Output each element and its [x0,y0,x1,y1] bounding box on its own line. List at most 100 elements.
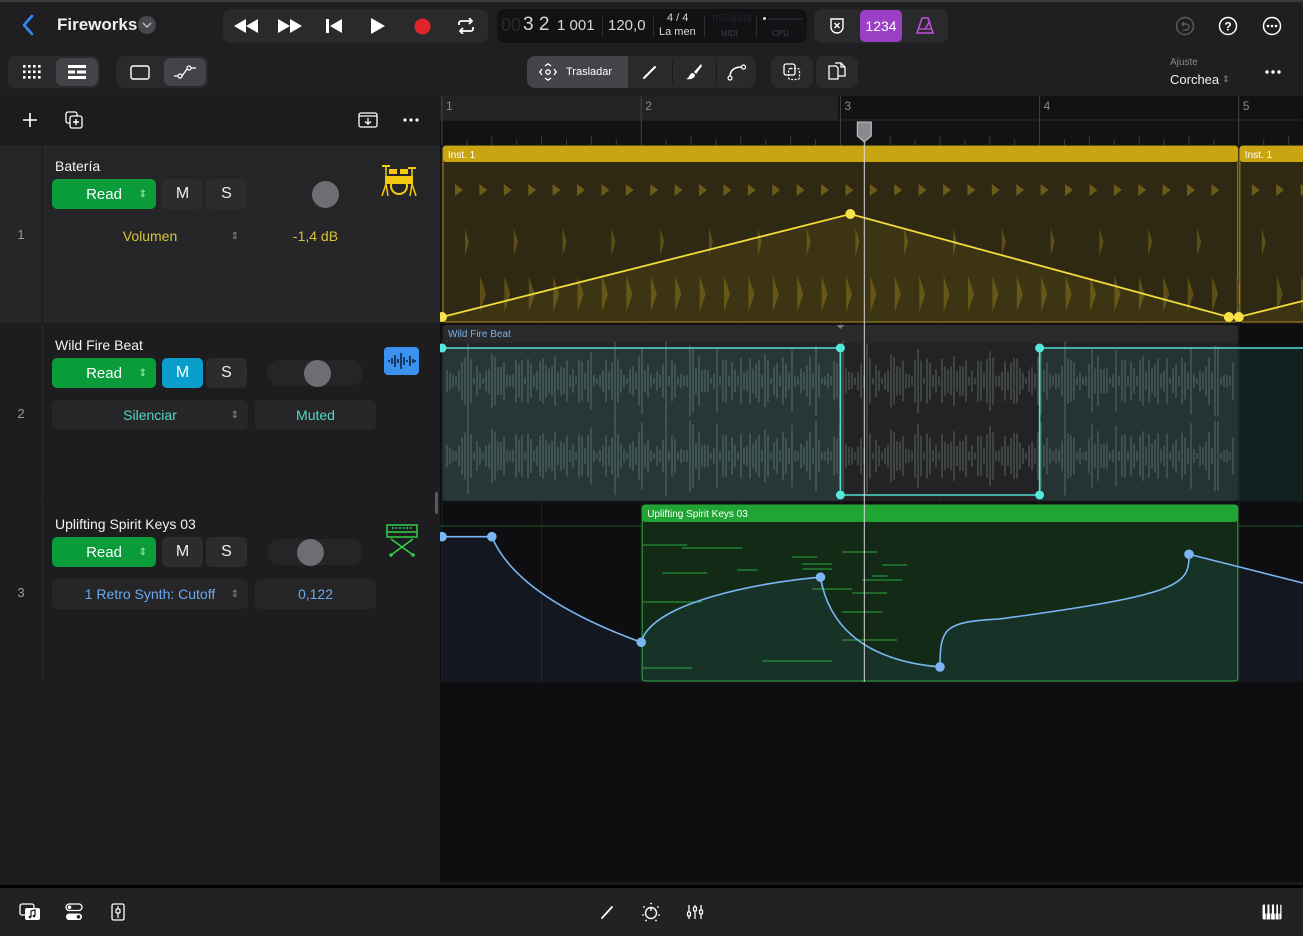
solo-button[interactable]: S [206,179,247,209]
keyboard-button[interactable] [1260,900,1284,924]
pan-knob[interactable] [312,181,339,208]
automation-value-field[interactable]: Muted [255,400,376,430]
keyboard-stand-icon [386,524,418,557]
pan-slider[interactable] [267,360,363,387]
toggles-icon [65,903,83,920]
view-toggle-group [8,56,100,88]
automation-node[interactable] [935,662,945,672]
arrange-canvas[interactable]: 123456789Inst. 1Inst. 1Inst. 1Wild Fire … [440,96,1303,882]
mute-button[interactable]: M [162,537,203,567]
automation-node[interactable] [835,343,845,353]
track-name[interactable]: Batería [55,158,100,174]
marquee-select-button[interactable] [771,56,813,88]
project-menu-button[interactable] [138,16,156,34]
track-number: 2 [17,406,25,421]
midi-region[interactable] [1239,145,1303,323]
automation-mode-selector[interactable]: Read ⇕ [52,358,156,388]
ruler-bar-label: 1 [446,99,453,113]
track-name[interactable]: Wild Fire Beat [55,337,143,353]
solo-button[interactable]: S [206,537,247,567]
move-arrows-icon [539,63,557,81]
automation-view-button[interactable] [164,58,206,86]
automation-mode-selector[interactable]: Read ⇕ [52,537,156,567]
automation-node[interactable] [835,490,845,500]
live-loops-view-button[interactable] [10,58,54,86]
automation-node[interactable] [845,209,856,219]
count-in-button[interactable]: 1234 [860,10,902,42]
pan-slider[interactable] [267,181,363,208]
download-track-button[interactable] [356,109,380,131]
track-row[interactable]: 2 Wild Fire Beat Read ⇕ M S Silenciar ⇕ Mu… [0,324,440,502]
region-view-button[interactable] [118,58,162,86]
key-signature: La men [659,26,696,38]
curve-tool-button[interactable] [717,56,756,88]
undo-button[interactable] [1173,14,1197,38]
arrange-area[interactable]: 123456789Inst. 1Inst. 1Inst. 1Wild Fire … [440,96,1303,882]
copy-button[interactable] [816,56,858,88]
pan-knob[interactable] [297,539,324,566]
toolbar-more-button[interactable] [1260,62,1286,82]
solo-button[interactable]: S [206,358,247,388]
smart-tempo-button[interactable] [824,13,850,39]
track-row[interactable]: 1 Batería Read ⇕ M S Volumen ⇕ -1,4 dB [0,145,440,323]
automation-parameter-label: Silenciar [123,407,177,423]
more-options-button[interactable] [1260,14,1284,38]
smart-controls-button[interactable] [639,900,663,924]
mute-button[interactable]: M [162,179,203,209]
controls-button[interactable] [62,900,86,924]
automation-node[interactable] [815,572,826,582]
track-list-more-button[interactable] [399,109,423,131]
play-button[interactable] [365,13,391,39]
automation-parameter-selector[interactable]: Silenciar ⇕ [52,400,248,430]
go-to-start-button[interactable] [321,13,347,39]
rewind-button[interactable] [231,13,261,39]
add-track-button[interactable] [19,109,41,131]
automation-node[interactable] [487,531,497,542]
automation-node[interactable] [1035,490,1045,500]
track-icon [384,347,419,375]
duplicate-track-button[interactable] [63,109,85,131]
snap-label: Ajuste [1170,57,1198,68]
lcd-display[interactable]: 00 3 2 1 001 120,0 4 / 4 La men InSalida… [497,9,807,43]
project-title[interactable]: Fireworks [57,15,137,35]
fast-forward-button[interactable] [275,13,305,39]
automation-node[interactable] [636,637,646,648]
pencil-editor-button[interactable] [595,900,619,924]
record-button[interactable] [409,13,435,39]
automation-parameter-selector[interactable]: Volumen ⇕ [52,221,248,251]
tracks-view-button[interactable] [56,58,98,86]
automation-value-field[interactable]: 0,122 [255,579,376,609]
snap-value: Corchea [1170,72,1220,87]
metronome-button[interactable] [912,13,938,39]
snap-selector[interactable]: Corchea ⇕ [1170,72,1230,87]
ruler-bar-label: 3 [844,99,851,113]
back-button[interactable] [16,10,40,40]
automation-node[interactable] [1223,312,1234,322]
position-subdivision: 1 001 [557,17,595,34]
empty-track-area[interactable] [0,682,440,882]
mute-button[interactable]: M [162,358,203,388]
track-list-resize-handle[interactable] [435,492,438,514]
mixer-button[interactable] [683,900,707,924]
cycle-button[interactable] [453,13,479,39]
pan-slider[interactable] [267,539,363,566]
mixer-icon [686,905,704,919]
inspector-button[interactable] [106,900,130,924]
automation-node[interactable] [1035,343,1045,353]
automation-mode-selector[interactable]: Read ⇕ [52,179,156,209]
automation-value-field[interactable]: -1,4 dB [255,221,376,251]
automation-node[interactable] [1233,312,1244,322]
marquee-select-icon [783,63,801,81]
pan-knob[interactable] [304,360,331,387]
help-button[interactable]: ? [1216,14,1240,38]
track-name[interactable]: Uplifting Spirit Keys 03 [55,516,196,532]
track-row[interactable]: 3 Uplifting Spirit Keys 03 Read ⇕ M S 1 R… [0,503,440,681]
browser-button[interactable] [18,900,42,924]
rectangle-icon [130,64,150,80]
move-tool-button[interactable]: Trasladar [527,56,628,88]
pencil-tool-button[interactable] [629,56,671,88]
grid-icon [23,65,41,79]
automation-parameter-selector[interactable]: 1 Retro Synth: Cutoff ⇕ [52,579,248,609]
automation-node[interactable] [1184,549,1194,560]
brush-tool-button[interactable] [673,56,715,88]
